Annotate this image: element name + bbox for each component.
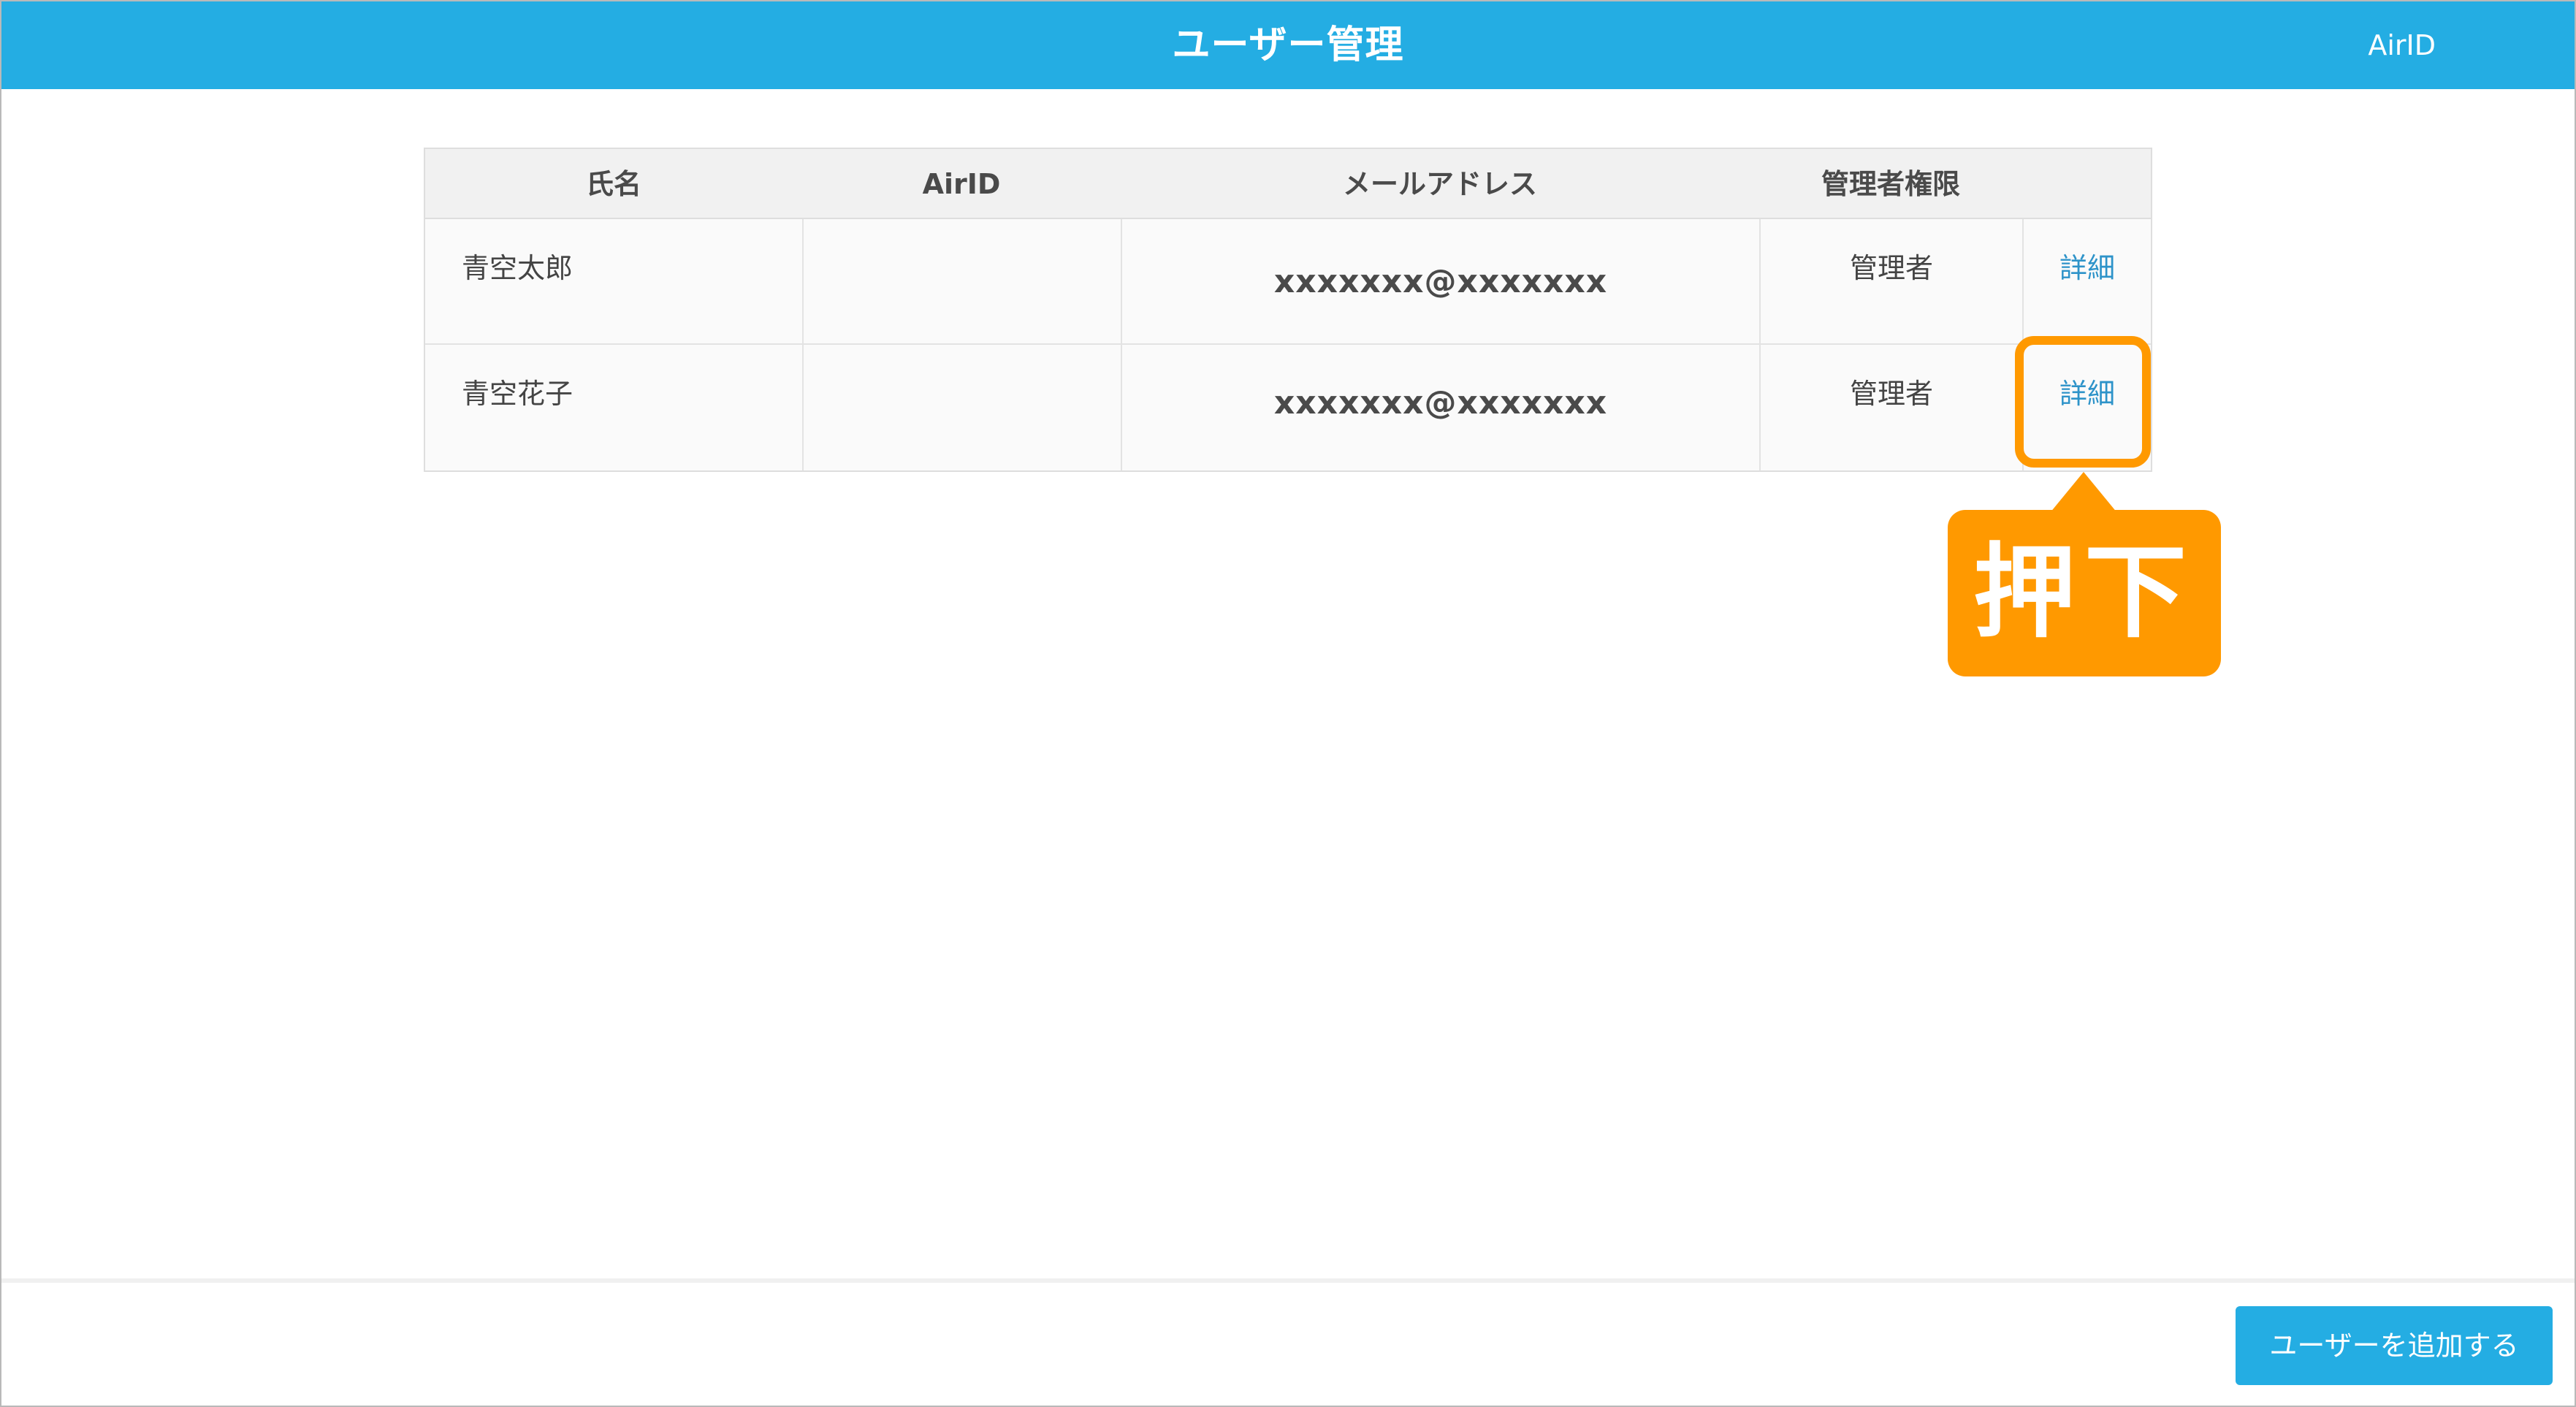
table-row: 青空花子 xxxxxxx@xxxxxxx 管理者 詳細 (425, 345, 2151, 470)
user-role: 管理者 (1849, 252, 1933, 284)
user-name: 青空太郎 (462, 252, 573, 284)
role-cell: 管理者 (1759, 345, 2022, 470)
email-cell: xxxxxxx@xxxxxxx (1121, 345, 1759, 470)
callout-pointer (2050, 472, 2117, 513)
column-header-email: メールアドレス (1342, 168, 1537, 200)
highlight-frame (2015, 336, 2151, 468)
callout-press-label: 押下 (1948, 510, 2221, 676)
user-role: 管理者 (1849, 378, 1933, 410)
column-header-name: 氏名 (585, 168, 641, 200)
detail-link[interactable]: 詳細 (2024, 245, 2151, 286)
name-cell: 青空花子 (425, 345, 802, 470)
header-bar: ユーザー管理 AirID (1, 1, 2575, 89)
airid-account-link[interactable]: AirID (2368, 1, 2436, 89)
table-row: 青空太郎 xxxxxxx@xxxxxxx 管理者 詳細 (425, 219, 2151, 345)
user-name: 青空花子 (462, 378, 573, 410)
user-table: 氏名 AirID メールアドレス 管理者権限 青空太郎 xxxxxxx@xxxx… (424, 148, 2152, 472)
action-cell: 詳細 (2022, 219, 2151, 343)
table-header-row: 氏名 AirID メールアドレス 管理者権限 (425, 149, 2151, 219)
footer-divider (1, 1278, 2575, 1283)
role-cell: 管理者 (1759, 219, 2022, 343)
column-header-action (2022, 149, 2151, 218)
column-header-admin-permission: 管理者権限 (1821, 168, 1960, 200)
user-email: xxxxxxx@xxxxxxx (1273, 384, 1608, 422)
airid-cell (802, 345, 1121, 470)
email-cell: xxxxxxx@xxxxxxx (1121, 219, 1759, 343)
column-header-airid: AirID (922, 168, 1001, 200)
name-cell: 青空太郎 (425, 219, 802, 343)
add-user-button[interactable]: ユーザーを追加する (2236, 1306, 2553, 1385)
airid-cell (802, 219, 1121, 343)
user-email: xxxxxxx@xxxxxxx (1273, 263, 1608, 300)
page-title: ユーザー管理 (1172, 23, 1404, 67)
